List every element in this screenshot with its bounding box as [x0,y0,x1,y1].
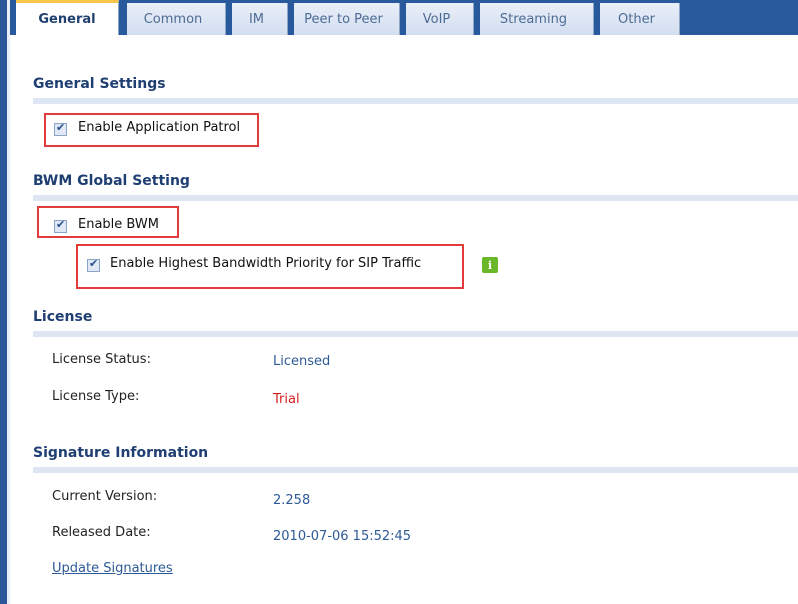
enable-bwm-label: Enable BWM [78,217,159,232]
license-type-label: License Type: [52,389,140,404]
current-version-value: 2.258 [273,493,311,508]
tab-streaming[interactable]: Streaming [474,3,594,35]
tab-other[interactable]: Other [594,3,680,35]
section-general-settings-title: General Settings [33,76,166,92]
update-signatures-link[interactable]: Update Signatures [52,561,173,576]
section-divider [33,98,798,104]
tab-bar: General Common IM Peer to Peer VoIP Stre… [10,0,798,35]
license-status-value: Licensed [273,354,331,369]
section-divider [33,331,798,337]
section-divider [33,467,798,473]
license-status-label: License Status: [52,352,151,367]
info-icon[interactable]: i [482,257,498,273]
released-date-label: Released Date: [52,525,151,540]
section-divider [33,195,798,201]
enable-app-patrol-checkbox[interactable] [54,121,67,136]
tab-peer-to-peer[interactable]: Peer to Peer [288,3,400,35]
released-date-value: 2010-07-06 15:52:45 [273,529,412,544]
enable-app-patrol-label: Enable Application Patrol [78,120,241,135]
enable-bwm-checkbox[interactable] [54,218,67,233]
current-version-label: Current Version: [52,489,158,504]
left-border [0,0,7,604]
tab-im[interactable]: IM [226,3,288,35]
tab-voip[interactable]: VoIP [400,3,474,35]
license-type-value: Trial [273,392,300,407]
sip-priority-checkbox[interactable] [87,257,100,272]
left-border-inner [7,0,10,604]
section-signature-title: Signature Information [33,445,209,461]
sip-priority-label: Enable Highest Bandwidth Priority for SI… [110,256,422,271]
tab-common[interactable]: Common [121,3,226,35]
tab-general[interactable]: General [16,0,119,35]
section-license-title: License [33,309,93,325]
section-bwm-title: BWM Global Setting [33,173,190,189]
